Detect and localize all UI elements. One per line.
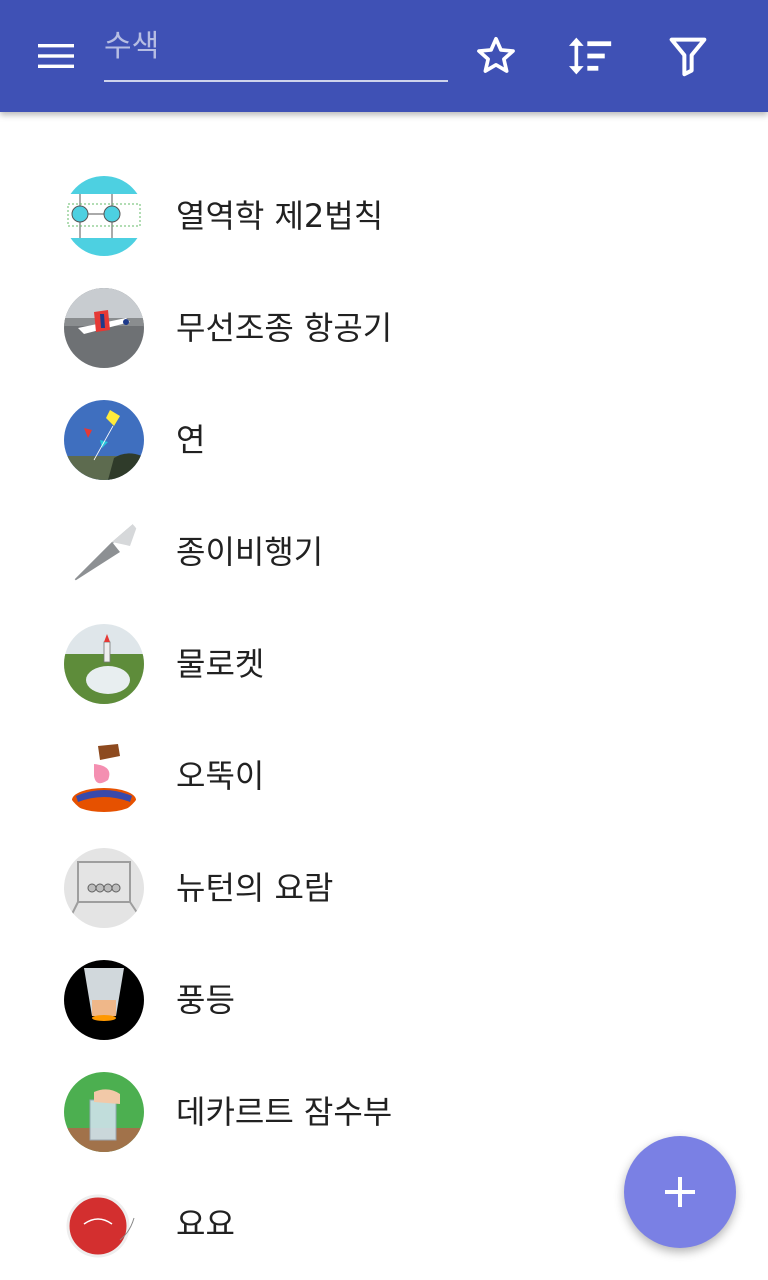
item-label: 무선조종 항공기 [176,309,393,347]
hamburger-menu-icon [38,44,74,68]
thumbnail-kite [64,400,144,480]
thumbnail-rc-aircraft [64,288,144,368]
thumbnail-newtons-cradle [64,848,144,928]
item-label: 물로켓 [176,645,265,683]
list-item[interactable]: 뉴턴의 요람 [0,832,768,944]
search-field [104,22,448,82]
item-label: 데카르트 잠수부 [176,1093,393,1131]
thumbnail-yoyo [64,1184,144,1264]
thumbnail-thermodynamics [64,176,144,256]
item-label: 종이비행기 [176,533,324,571]
list-item[interactable]: 무선조종 항공기 [0,272,768,384]
app-bar [0,0,768,112]
list-item[interactable]: 물로켓 [0,608,768,720]
add-button[interactable] [624,1136,736,1248]
thumbnail-paper-airplane [64,512,144,592]
item-label: 오뚝이 [176,757,265,795]
item-label: 요요 [176,1205,235,1243]
sort-icon [569,37,612,75]
item-label: 열역학 제2법칙 [176,197,384,235]
list-item[interactable]: 종이비행기 [0,496,768,608]
experiment-list: 열역학 제2법칙 무선조종 항공기 연 종이비행기 물로켓 오뚝이 뉴턴의 요람… [0,160,768,1280]
list-item[interactable]: 오뚝이 [0,720,768,832]
item-label: 풍등 [176,981,235,1019]
thumbnail-sky-lantern [64,960,144,1040]
filter-icon [669,37,707,77]
star-outline-icon [477,36,515,73]
favorites-button[interactable] [468,28,524,84]
list-item[interactable]: 열역학 제2법칙 [0,160,768,272]
plus-icon [665,1177,695,1207]
thumbnail-cartesian-diver [64,1072,144,1152]
filter-button[interactable] [660,28,716,84]
item-label: 연 [176,421,206,459]
list-item[interactable]: 연 [0,384,768,496]
menu-button[interactable] [22,32,90,80]
thumbnail-water-rocket [64,624,144,704]
item-label: 뉴턴의 요람 [176,869,334,907]
search-input[interactable] [104,24,448,68]
thumbnail-roly-poly [64,736,144,816]
list-item[interactable]: 풍등 [0,944,768,1056]
sort-button[interactable] [563,28,619,84]
